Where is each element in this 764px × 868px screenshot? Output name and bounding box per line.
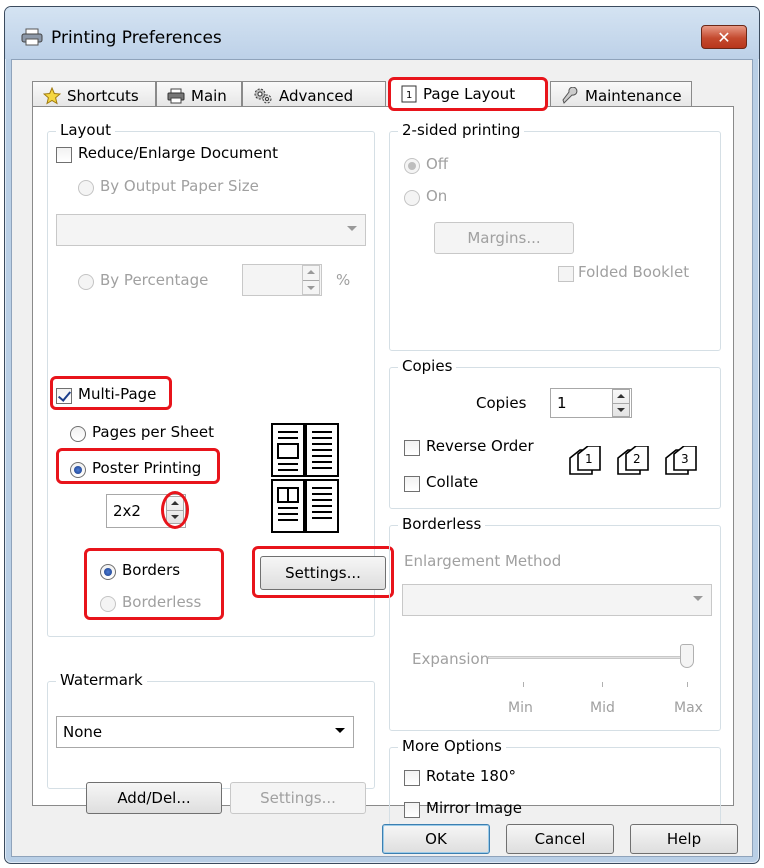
layout-group: Layout Reduce/Enlarge Document By Output… xyxy=(47,121,394,637)
radio-label: On xyxy=(426,187,448,205)
close-icon: ✕ xyxy=(717,27,731,47)
collate-digit: 1 xyxy=(585,452,593,466)
help-button[interactable]: Help xyxy=(630,824,738,854)
tab-page-layout[interactable]: 1 Page Layout xyxy=(388,77,548,111)
percentage-stepper[interactable] xyxy=(302,265,320,295)
copies-label: Copies xyxy=(476,394,527,412)
slider-min-label: Min xyxy=(508,700,533,716)
pages-per-sheet-radio[interactable] xyxy=(70,426,86,442)
tab-shortcuts[interactable]: Shortcuts xyxy=(32,81,156,109)
borderless-group: Borderless Enlargement Method Expansion … xyxy=(389,515,721,731)
printing-preferences-window: Printing Preferences ✕ Shortcuts Main Ad… xyxy=(4,6,760,864)
expansion-label: Expansion xyxy=(412,650,490,668)
tab-label: Shortcuts xyxy=(67,86,139,105)
tab-advanced[interactable]: Advanced xyxy=(242,81,386,109)
by-percentage-radio[interactable] xyxy=(78,274,94,290)
page-icon: 1 xyxy=(401,85,417,103)
watermark-settings-button[interactable]: Settings... xyxy=(230,782,366,814)
gears-icon xyxy=(253,87,273,105)
tab-main[interactable]: Main xyxy=(156,81,242,109)
collate-digit: 2 xyxy=(633,452,641,466)
title-bar: Printing Preferences ✕ xyxy=(5,7,759,59)
highlight-borders xyxy=(84,548,224,620)
reverse-order-checkbox[interactable] xyxy=(404,440,420,456)
group-label: 2-sided printing xyxy=(398,121,525,139)
percent-unit: % xyxy=(336,271,351,289)
group-label: More Options xyxy=(398,737,506,755)
ok-button[interactable]: OK xyxy=(382,824,490,854)
folded-booklet-checkbox[interactable] xyxy=(558,266,574,282)
group-label: Copies xyxy=(398,357,457,375)
copies-stepper[interactable] xyxy=(612,389,630,417)
by-output-paper-size-radio[interactable] xyxy=(78,180,94,196)
slider-tick xyxy=(523,682,524,687)
checkbox-label: Mirror Image xyxy=(426,799,522,817)
radio-label: Off xyxy=(426,155,449,173)
slider-mid-label: Mid xyxy=(590,700,615,716)
window-title: Printing Preferences xyxy=(51,28,222,48)
cancel-button[interactable]: Cancel xyxy=(506,824,614,854)
tab-maintenance[interactable]: Maintenance xyxy=(550,81,692,109)
radio-label: By Percentage xyxy=(100,271,209,289)
checkbox-label: Reduce/Enlarge Document xyxy=(78,144,279,162)
wrench-icon xyxy=(561,86,579,105)
radio-label: Pages per Sheet xyxy=(92,423,214,441)
chevron-down-icon xyxy=(335,728,345,733)
chevron-down-icon xyxy=(347,226,357,231)
tab-label: Main xyxy=(191,86,227,105)
two-sided-off-radio[interactable] xyxy=(404,158,420,174)
checkbox-label: Collate xyxy=(426,473,479,491)
group-label: Borderless xyxy=(398,515,486,533)
margins-button[interactable]: Margins... xyxy=(434,222,574,254)
rotate-180-checkbox[interactable] xyxy=(404,770,420,786)
tab-label: Page Layout xyxy=(423,85,516,103)
poster-preview-icon xyxy=(270,422,340,538)
printer-icon xyxy=(21,28,43,50)
output-paper-size-dropdown[interactable] xyxy=(56,214,366,246)
expansion-slider-track[interactable] xyxy=(488,656,686,659)
radio-label: By Output Paper Size xyxy=(100,177,259,195)
highlight-multi-page xyxy=(50,376,172,410)
mirror-image-checkbox[interactable] xyxy=(404,802,420,818)
enlargement-method-dropdown[interactable] xyxy=(402,584,712,616)
reduce-enlarge-checkbox[interactable] xyxy=(56,147,72,163)
watermark-dropdown[interactable]: None xyxy=(56,716,354,748)
watermark-group: Watermark None xyxy=(47,671,375,789)
checkbox-label: Folded Booklet xyxy=(578,263,690,281)
star-icon xyxy=(43,86,61,105)
svg-text:1: 1 xyxy=(406,90,412,101)
expansion-slider-thumb[interactable] xyxy=(680,644,694,668)
watermark-add-del-button[interactable]: Add/Del... xyxy=(86,782,222,814)
tab-label: Maintenance xyxy=(585,86,682,105)
highlight-poster-printing xyxy=(56,448,220,484)
collate-pages-icon: 1 2 3 xyxy=(566,445,712,486)
collate-checkbox[interactable] xyxy=(404,476,420,492)
page-layout-panel: Layout Reduce/Enlarge Document By Output… xyxy=(32,106,734,839)
group-label: Layout xyxy=(56,121,115,139)
highlight-settings xyxy=(252,546,394,598)
slider-max-label: Max xyxy=(674,700,703,716)
enlargement-method-label: Enlargement Method xyxy=(404,552,562,570)
close-button[interactable]: ✕ xyxy=(701,25,747,49)
printer-icon xyxy=(167,88,185,104)
slider-tick xyxy=(602,682,603,687)
checkbox-label: Reverse Order xyxy=(426,437,534,455)
checkbox-label: Rotate 180° xyxy=(426,767,517,785)
slider-tick xyxy=(687,682,688,687)
two-sided-printing-group: 2-sided printing Off On Margins... Folde… xyxy=(389,121,721,351)
collate-digit: 3 xyxy=(681,452,689,466)
dialog-client-area: Shortcuts Main Advanced 1 Page Layout Ma… xyxy=(11,59,753,857)
copies-group: Copies Copies 1 Reverse Order Collate 1 … xyxy=(389,357,721,509)
two-sided-on-radio[interactable] xyxy=(404,190,420,206)
group-label: Watermark xyxy=(56,671,147,689)
tab-label: Advanced xyxy=(279,86,354,105)
chevron-down-icon xyxy=(693,596,703,601)
highlight-stepper xyxy=(161,491,189,529)
